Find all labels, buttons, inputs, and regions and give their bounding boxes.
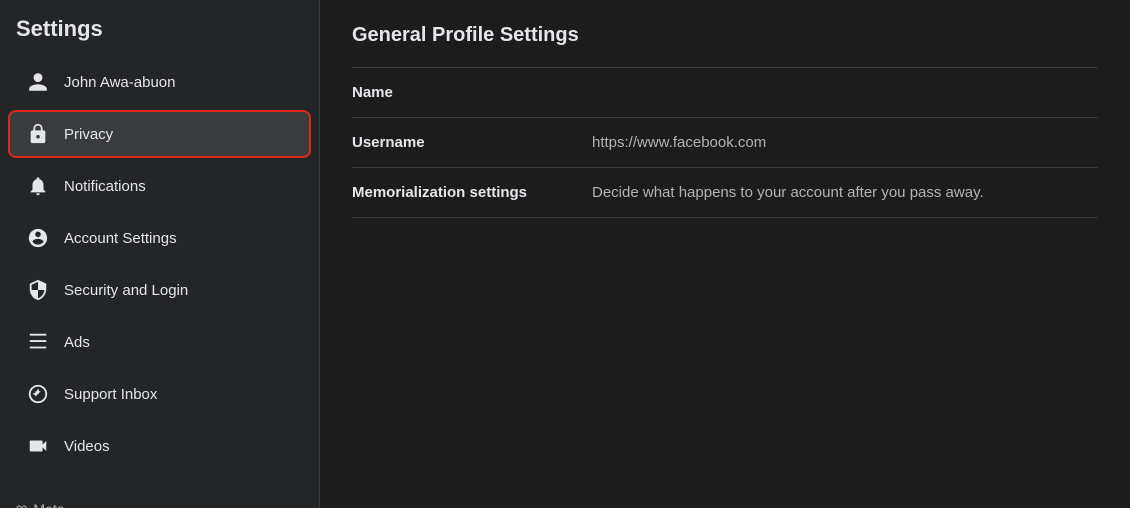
- sidebar: Settings John Awa-abuon Privacy Notifica…: [0, 0, 320, 508]
- meta-brand-label: Meta: [33, 501, 64, 508]
- sidebar-item-account-settings[interactable]: Account Settings: [8, 214, 311, 262]
- bell-icon: [24, 172, 52, 200]
- person-icon: [24, 68, 52, 96]
- meta-infinity-icon: ∞: [16, 500, 27, 508]
- ads-icon: [24, 328, 52, 356]
- settings-row-memorialization-value: Decide what happens to your account afte…: [592, 184, 1098, 201]
- lifesaver-icon: [24, 380, 52, 408]
- settings-row-name: Name: [352, 68, 1098, 118]
- sidebar-item-privacy[interactable]: Privacy: [8, 110, 311, 158]
- sidebar-item-profile-label: John Awa-abuon: [64, 74, 175, 91]
- sidebar-item-privacy-label: Privacy: [64, 126, 113, 143]
- settings-section: Name Username https://www.facebook.com M…: [352, 67, 1098, 218]
- main-content: General Profile Settings Name Username h…: [320, 0, 1130, 508]
- settings-row-username: Username https://www.facebook.com: [352, 118, 1098, 168]
- settings-row-memorialization-label: Memorialization settings: [352, 184, 572, 201]
- settings-row-username-value: https://www.facebook.com: [592, 134, 1098, 151]
- sidebar-item-support-inbox[interactable]: Support Inbox: [8, 370, 311, 418]
- lock-icon: [24, 120, 52, 148]
- settings-row-name-label: Name: [352, 84, 572, 101]
- sidebar-item-videos-label: Videos: [64, 438, 110, 455]
- meta-logo-row: ∞ Meta: [16, 500, 303, 508]
- sidebar-item-videos[interactable]: Videos: [8, 422, 311, 470]
- shield-icon: [24, 276, 52, 304]
- sidebar-item-account-settings-label: Account Settings: [64, 230, 177, 247]
- sidebar-item-ads-label: Ads: [64, 334, 90, 351]
- person-circle-icon: [24, 224, 52, 252]
- settings-row-username-label: Username: [352, 134, 572, 151]
- meta-section: ∞ Meta Accounts Center Control settings …: [0, 488, 319, 508]
- settings-row-memorialization: Memorialization settings Decide what hap…: [352, 168, 1098, 218]
- page-title: General Profile Settings: [352, 24, 1098, 47]
- sidebar-title: Settings: [0, 16, 319, 56]
- sidebar-item-security[interactable]: Security and Login: [8, 266, 311, 314]
- sidebar-item-profile[interactable]: John Awa-abuon: [8, 58, 311, 106]
- sidebar-item-notifications-label: Notifications: [64, 178, 146, 195]
- sidebar-item-support-inbox-label: Support Inbox: [64, 386, 157, 403]
- video-icon: [24, 432, 52, 460]
- sidebar-item-security-label: Security and Login: [64, 282, 188, 299]
- sidebar-item-notifications[interactable]: Notifications: [8, 162, 311, 210]
- sidebar-item-ads[interactable]: Ads: [8, 318, 311, 366]
